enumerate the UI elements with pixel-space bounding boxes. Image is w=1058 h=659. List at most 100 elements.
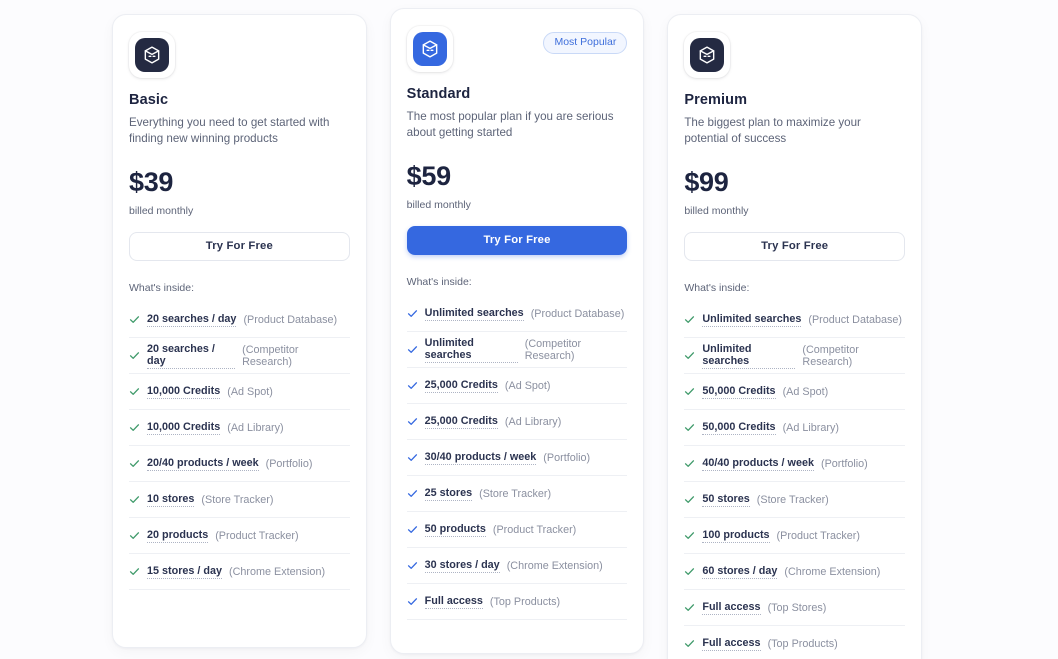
feature-value[interactable]: 20 searches / day — [147, 343, 236, 369]
feature-row: 40/40 products / week (Portfolio) — [684, 446, 906, 482]
check-icon — [684, 422, 695, 433]
feature-label: (Product Tracker) — [215, 529, 299, 542]
feature-value[interactable]: 50 products — [424, 523, 486, 537]
feature-row: 60 stores / day (Chrome Extension) — [684, 554, 906, 590]
feature-value[interactable]: Unlimited searches — [702, 313, 802, 327]
feature-row: 20 searches / day (Competitor Research) — [129, 338, 350, 374]
billing-period: billed monthly — [684, 205, 749, 217]
feature-value[interactable]: 20 products — [147, 529, 209, 543]
feature-value[interactable]: Unlimited searches — [424, 337, 518, 363]
billing-period: billed monthly — [406, 199, 471, 211]
feature-value[interactable]: 30/40 products / week — [424, 451, 537, 465]
feature-row: 20/40 products / week (Portfolio) — [129, 446, 350, 482]
feature-row: 10,000 Credits (Ad Spot) — [129, 374, 350, 410]
plan-name: Standard — [406, 86, 471, 102]
feature-label: (Top Products) — [489, 595, 561, 608]
pricing-card-basic: Basic Everything you need to get started … — [112, 14, 367, 648]
check-icon — [129, 314, 140, 325]
check-icon — [129, 458, 140, 469]
check-icon — [407, 416, 418, 427]
feature-row: 30 stores / day (Chrome Extension) — [406, 548, 628, 584]
check-icon — [129, 494, 140, 505]
plan-price: $39 — [129, 167, 174, 197]
feature-value[interactable]: Full access — [702, 601, 761, 615]
check-icon — [407, 308, 418, 319]
feature-list: Unlimited searches (Product Database) Unli… — [684, 302, 906, 659]
try-for-free-button[interactable]: Try For Free — [129, 232, 350, 261]
feature-value[interactable]: 25 stores — [424, 487, 473, 501]
cube-box-icon — [690, 38, 725, 72]
billing-period: billed monthly — [129, 205, 194, 217]
feature-value[interactable]: 50,000 Credits — [702, 421, 776, 435]
feature-value[interactable]: 25,000 Credits — [424, 415, 498, 429]
feature-value[interactable]: Unlimited searches — [424, 307, 524, 321]
feature-value[interactable]: 100 products — [702, 529, 770, 543]
feature-row: Full access (Top Products) — [406, 584, 628, 620]
feature-value[interactable]: Full access — [702, 637, 761, 651]
plan-price: $99 — [684, 167, 729, 197]
check-icon — [407, 560, 418, 571]
try-for-free-button[interactable]: Try For Free — [406, 226, 628, 255]
feature-value[interactable]: 40/40 products / week — [702, 457, 814, 471]
check-icon — [684, 386, 695, 397]
feature-row: Full access (Top Products) — [684, 626, 905, 659]
feature-label: (Portfolio) — [265, 457, 313, 470]
feature-value[interactable]: 50 stores — [702, 493, 750, 507]
feature-row: 25 stores (Store Tracker) — [406, 476, 628, 512]
feature-row: 50,000 Credits (Ad Spot) — [684, 374, 906, 410]
cube-box-icon — [135, 38, 169, 72]
feature-value[interactable]: 60 stores / day — [702, 565, 778, 579]
feature-value[interactable]: 20 searches / day — [147, 313, 237, 327]
feature-label: (Chrome Extension) — [506, 559, 603, 572]
try-for-free-button[interactable]: Try For Free — [684, 232, 906, 261]
check-icon — [407, 380, 418, 391]
check-icon — [684, 638, 695, 649]
feature-row: 25,000 Credits (Ad Library) — [406, 404, 628, 440]
feature-value[interactable]: 25,000 Credits — [424, 379, 498, 393]
plan-icon-shell — [406, 26, 453, 72]
feature-value[interactable]: Full access — [424, 595, 483, 609]
feature-list: 20 searches / day (Product Database) 20 se… — [129, 302, 350, 590]
check-icon — [684, 350, 695, 361]
feature-value[interactable]: Unlimited searches — [702, 343, 796, 369]
feature-value[interactable]: 30 stores / day — [424, 559, 500, 573]
whats-inside-label: What's inside: — [684, 282, 750, 294]
feature-value[interactable]: 50,000 Credits — [702, 385, 776, 399]
feature-label: (Top Stores) — [767, 601, 827, 614]
feature-row: 30/40 products / week (Portfolio) — [406, 440, 628, 476]
feature-value[interactable]: 10,000 Credits — [147, 385, 221, 399]
feature-label: (Ad Spot) — [504, 379, 551, 392]
feature-label: (Competitor Research) — [242, 343, 299, 368]
check-icon — [684, 494, 695, 505]
whats-inside-label: What's inside: — [406, 276, 472, 288]
plan-icon-shell — [129, 32, 175, 78]
pricing-card-standard: Most Popular Standard The most popular pla… — [389, 8, 645, 654]
pricing-card-list: Basic Everything you need to get started … — [112, 0, 923, 659]
feature-label: (Chrome Extension) — [784, 565, 881, 578]
check-icon — [684, 566, 695, 577]
check-icon — [684, 530, 695, 541]
feature-value[interactable]: 20/40 products / week — [147, 457, 259, 471]
check-icon — [407, 344, 418, 355]
feature-label: (Ad Library) — [504, 415, 562, 428]
check-icon — [129, 530, 140, 541]
feature-row: 100 products (Product Tracker) — [684, 518, 906, 554]
check-icon — [129, 566, 140, 577]
whats-inside-label: What's inside: — [129, 282, 195, 294]
check-icon — [129, 386, 140, 397]
feature-label: (Ad Spot) — [227, 385, 273, 398]
feature-row: 15 stores / day (Chrome Extension) — [129, 554, 350, 590]
feature-label: (Portfolio) — [543, 451, 591, 464]
feature-row: 10,000 Credits (Ad Library) — [129, 410, 350, 446]
feature-row: 50 stores (Store Tracker) — [684, 482, 906, 518]
feature-row: Unlimited searches (Product Database) — [684, 302, 906, 338]
check-icon — [407, 596, 418, 607]
check-icon — [684, 458, 695, 469]
plan-price: $59 — [406, 161, 451, 191]
feature-value[interactable]: 10 stores — [147, 493, 195, 507]
feature-label: (Product Tracker) — [492, 523, 577, 536]
feature-value[interactable]: 15 stores / day — [147, 565, 223, 579]
feature-label: (Product Database) — [808, 313, 902, 326]
feature-value[interactable]: 10,000 Credits — [147, 421, 221, 435]
check-icon — [129, 350, 140, 361]
